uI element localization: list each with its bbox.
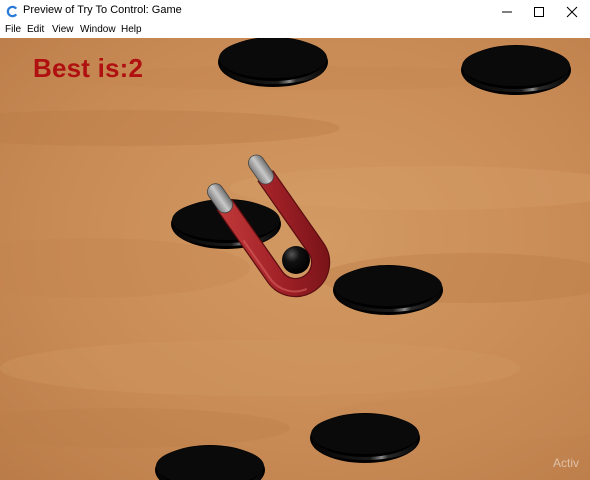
menu-file[interactable]: File [5, 24, 21, 35]
maximize-icon [534, 6, 544, 17]
game-canvas[interactable]: Best is:2 Activ [0, 38, 590, 480]
ball [282, 246, 310, 274]
menu-window[interactable]: Window [80, 24, 116, 35]
window-title: Preview of Try To Control: Game [23, 4, 182, 16]
menu-help[interactable]: Help [121, 24, 142, 35]
title-bar: Preview of Try To Control: Game [0, 0, 590, 23]
menu-edit[interactable]: Edit [27, 24, 44, 35]
menu-bar: File Edit View Window Help [0, 23, 590, 38]
game-scene [0, 38, 590, 480]
close-button[interactable] [555, 0, 589, 23]
hole [218, 38, 328, 87]
close-icon [566, 6, 578, 17]
hole [310, 413, 420, 463]
maximize-button[interactable] [522, 0, 556, 23]
app-icon [6, 5, 18, 18]
best-score-label: Best is:2 [33, 53, 144, 83]
menu-view[interactable]: View [52, 24, 74, 35]
minimize-button[interactable] [490, 0, 524, 23]
hole [461, 45, 571, 95]
hole [333, 265, 443, 315]
activation-watermark: Activ [553, 456, 580, 470]
minimize-icon [502, 11, 512, 12]
